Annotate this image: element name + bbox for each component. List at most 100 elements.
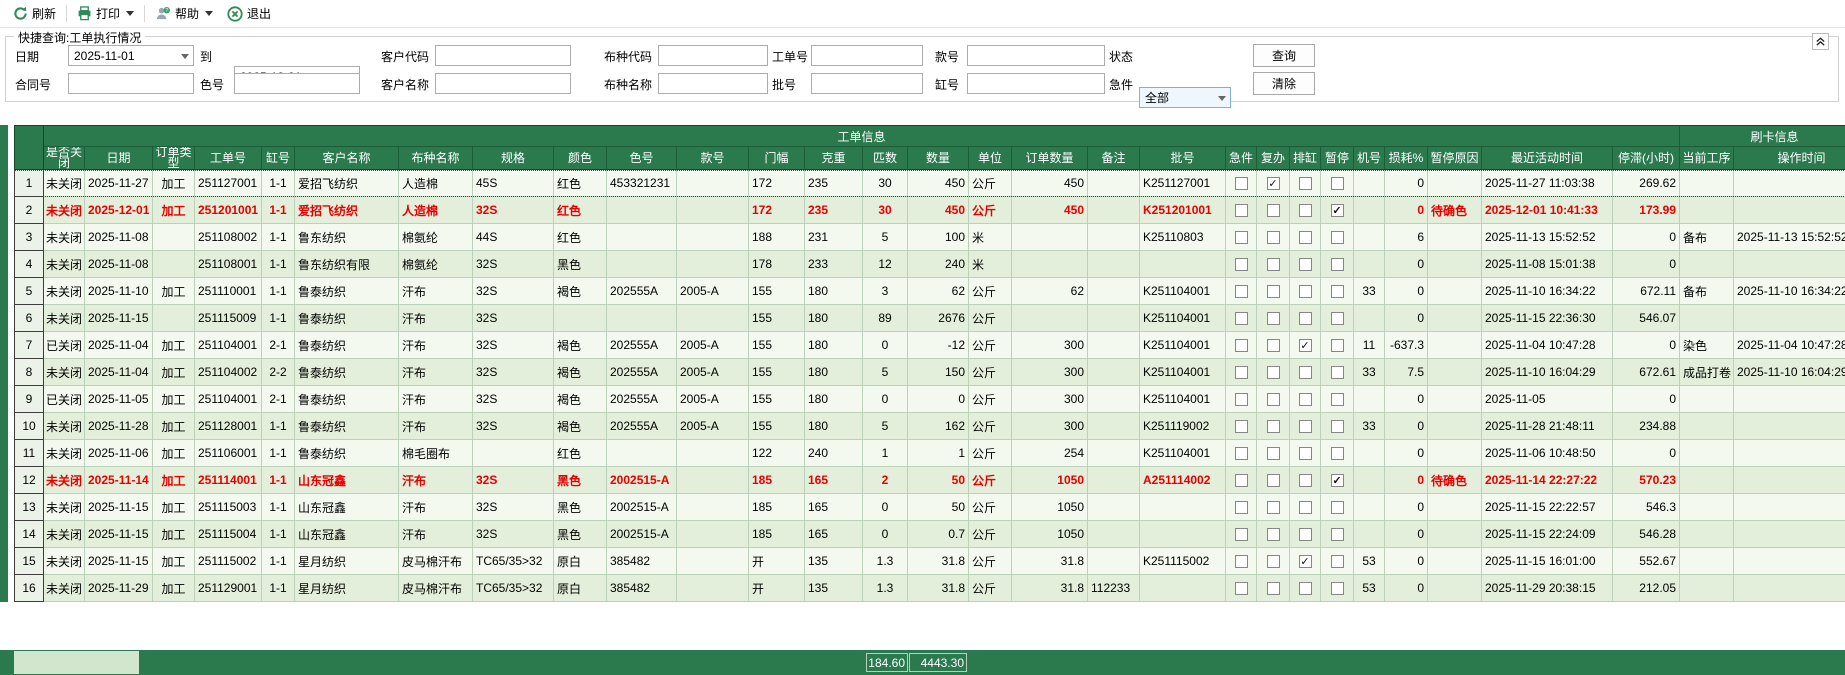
checkbox-arrange-vat[interactable]: ✓: [1299, 555, 1312, 568]
checkbox-arrange-vat[interactable]: [1299, 312, 1312, 325]
batch-input[interactable]: [811, 73, 923, 94]
table-row[interactable]: 9已关闭2025-11-05加工2511040012-1鲁泰纺织汗布32S褐色2…: [14, 386, 1845, 413]
table-row[interactable]: 13未关闭2025-11-15加工2511150031-1山东冠鑫汗布32S黑色…: [14, 494, 1845, 521]
style-no-input[interactable]: [967, 45, 1105, 66]
checkbox-pause[interactable]: [1331, 231, 1344, 244]
table-row[interactable]: 6未关闭2025-11-152511150091-1鲁泰纺织汗布32S15518…: [14, 305, 1845, 332]
date-from-select[interactable]: 2025-11-01: [68, 45, 194, 66]
checkbox-pause[interactable]: [1331, 528, 1344, 541]
checkbox-pause[interactable]: [1331, 177, 1344, 190]
status-select[interactable]: 全部: [1139, 87, 1231, 108]
checkbox-pause[interactable]: [1331, 501, 1344, 514]
checkbox-arrange-vat[interactable]: [1299, 258, 1312, 271]
checkbox-urgent[interactable]: [1235, 582, 1248, 595]
checkbox-urgent[interactable]: [1235, 555, 1248, 568]
print-dropdown-caret[interactable]: [126, 11, 134, 16]
table-row[interactable]: 15未关闭2025-11-15加工2511150021-1星月纺织皮马棉汗布TC…: [14, 548, 1845, 575]
fabric-name-input[interactable]: [658, 73, 768, 94]
table-row[interactable]: 10未关闭2025-11-28加工2511280011-1鲁泰纺织汗布32S褐色…: [14, 413, 1845, 440]
checkbox-urgent[interactable]: [1235, 177, 1248, 190]
checkbox-pause[interactable]: ✓: [1331, 204, 1344, 217]
checkbox-rework[interactable]: [1267, 204, 1280, 217]
checkbox-urgent[interactable]: [1235, 285, 1248, 298]
checkbox-rework[interactable]: [1267, 474, 1280, 487]
checkbox-arrange-vat[interactable]: [1299, 420, 1312, 433]
checkbox-urgent[interactable]: [1235, 258, 1248, 271]
table-row[interactable]: 4未关闭2025-11-082511080011-1鲁东纺织有限棉氨纶32S黑色…: [14, 251, 1845, 278]
checkbox-urgent[interactable]: [1235, 366, 1248, 379]
collapse-panel-button[interactable]: [1812, 33, 1829, 50]
checkbox-pause[interactable]: [1331, 366, 1344, 379]
help-button[interactable]: ? 帮助: [148, 3, 220, 24]
table-row[interactable]: 1未关闭2025-11-27加工2511270011-1爱招飞纺织人造棉45S红…: [14, 170, 1845, 197]
checkbox-arrange-vat[interactable]: [1299, 501, 1312, 514]
checkbox-rework[interactable]: [1267, 555, 1280, 568]
checkbox-arrange-vat[interactable]: [1299, 447, 1312, 460]
checkbox-rework[interactable]: [1267, 528, 1280, 541]
checkbox-urgent[interactable]: [1235, 393, 1248, 406]
table-row[interactable]: 12未关闭2025-11-14加工2511140011-1山东冠鑫汗布32S黑色…: [14, 467, 1845, 494]
checkbox-pause[interactable]: [1331, 555, 1344, 568]
checkbox-urgent[interactable]: [1235, 339, 1248, 352]
checkbox-pause[interactable]: [1331, 582, 1344, 595]
checkbox-pause[interactable]: [1331, 312, 1344, 325]
checkbox-pause[interactable]: [1331, 258, 1344, 271]
table-row[interactable]: 8未关闭2025-11-04加工2511040022-2鲁泰纺织汗布32S褐色2…: [14, 359, 1845, 386]
checkbox-arrange-vat[interactable]: [1299, 285, 1312, 298]
checkbox-pause[interactable]: [1331, 420, 1344, 433]
table-row[interactable]: 3未关闭2025-11-082511080021-1鲁东纺织棉氨纶44S红色18…: [14, 224, 1845, 251]
refresh-button[interactable]: 刷新: [6, 3, 63, 24]
customer-code-input[interactable]: [435, 45, 571, 66]
checkbox-rework[interactable]: [1267, 447, 1280, 460]
color-no-input[interactable]: [234, 73, 360, 94]
checkbox-urgent[interactable]: [1235, 231, 1248, 244]
checkbox-urgent[interactable]: [1235, 501, 1248, 514]
checkbox-arrange-vat[interactable]: ✓: [1299, 339, 1312, 352]
table-row[interactable]: 14未关闭2025-11-15加工2511150041-1山东冠鑫汗布32S黑色…: [14, 521, 1845, 548]
checkbox-rework[interactable]: [1267, 420, 1280, 433]
checkbox-rework[interactable]: [1267, 582, 1280, 595]
checkbox-pause[interactable]: [1331, 393, 1344, 406]
checkbox-arrange-vat[interactable]: [1299, 366, 1312, 379]
checkbox-rework[interactable]: [1267, 393, 1280, 406]
table-row[interactable]: 7已关闭2025-11-04加工2511040012-1鲁泰纺织汗布32S褐色2…: [14, 332, 1845, 359]
contract-input[interactable]: [68, 73, 194, 94]
checkbox-rework[interactable]: [1267, 285, 1280, 298]
checkbox-arrange-vat[interactable]: [1299, 231, 1312, 244]
checkbox-arrange-vat[interactable]: [1299, 177, 1312, 190]
fabric-code-input[interactable]: [658, 45, 768, 66]
checkbox-rework[interactable]: [1267, 339, 1280, 352]
checkbox-pause[interactable]: [1331, 285, 1344, 298]
help-dropdown-caret[interactable]: [205, 11, 213, 16]
table-row[interactable]: 5未关闭2025-11-10加工2511100011-1鲁泰纺织汗布32S褐色2…: [14, 278, 1845, 305]
table-row[interactable]: 11未关闭2025-11-06加工2511060011-1鲁泰纺织棉毛圈布红色1…: [14, 440, 1845, 467]
checkbox-urgent[interactable]: [1235, 312, 1248, 325]
table-row[interactable]: 16未关闭2025-11-29加工2511290011-1星月纺织皮马棉汗布TC…: [14, 575, 1845, 602]
checkbox-arrange-vat[interactable]: [1299, 393, 1312, 406]
vat-no-input[interactable]: [967, 73, 1105, 94]
checkbox-pause[interactable]: [1331, 339, 1344, 352]
checkbox-arrange-vat[interactable]: [1299, 582, 1312, 595]
customer-name-input[interactable]: [435, 73, 571, 94]
checkbox-rework[interactable]: [1267, 312, 1280, 325]
clear-button[interactable]: 清除: [1253, 72, 1315, 95]
checkbox-rework[interactable]: ✓: [1267, 177, 1280, 190]
checkbox-urgent[interactable]: [1235, 474, 1248, 487]
checkbox-pause[interactable]: [1331, 447, 1344, 460]
work-order-input[interactable]: [811, 45, 923, 66]
checkbox-pause[interactable]: ✓: [1331, 474, 1344, 487]
checkbox-rework[interactable]: [1267, 501, 1280, 514]
checkbox-urgent[interactable]: [1235, 447, 1248, 460]
checkbox-urgent[interactable]: [1235, 528, 1248, 541]
checkbox-rework[interactable]: [1267, 258, 1280, 271]
search-button[interactable]: 查询: [1253, 44, 1315, 67]
table-row[interactable]: 2未关闭2025-12-01加工2512010011-1爱招飞纺织人造棉32S红…: [14, 197, 1845, 224]
checkbox-arrange-vat[interactable]: [1299, 528, 1312, 541]
checkbox-rework[interactable]: [1267, 231, 1280, 244]
exit-button[interactable]: 退出: [220, 3, 278, 24]
checkbox-arrange-vat[interactable]: [1299, 204, 1312, 217]
checkbox-urgent[interactable]: [1235, 420, 1248, 433]
checkbox-rework[interactable]: [1267, 366, 1280, 379]
checkbox-arrange-vat[interactable]: [1299, 474, 1312, 487]
checkbox-urgent[interactable]: [1235, 204, 1248, 217]
